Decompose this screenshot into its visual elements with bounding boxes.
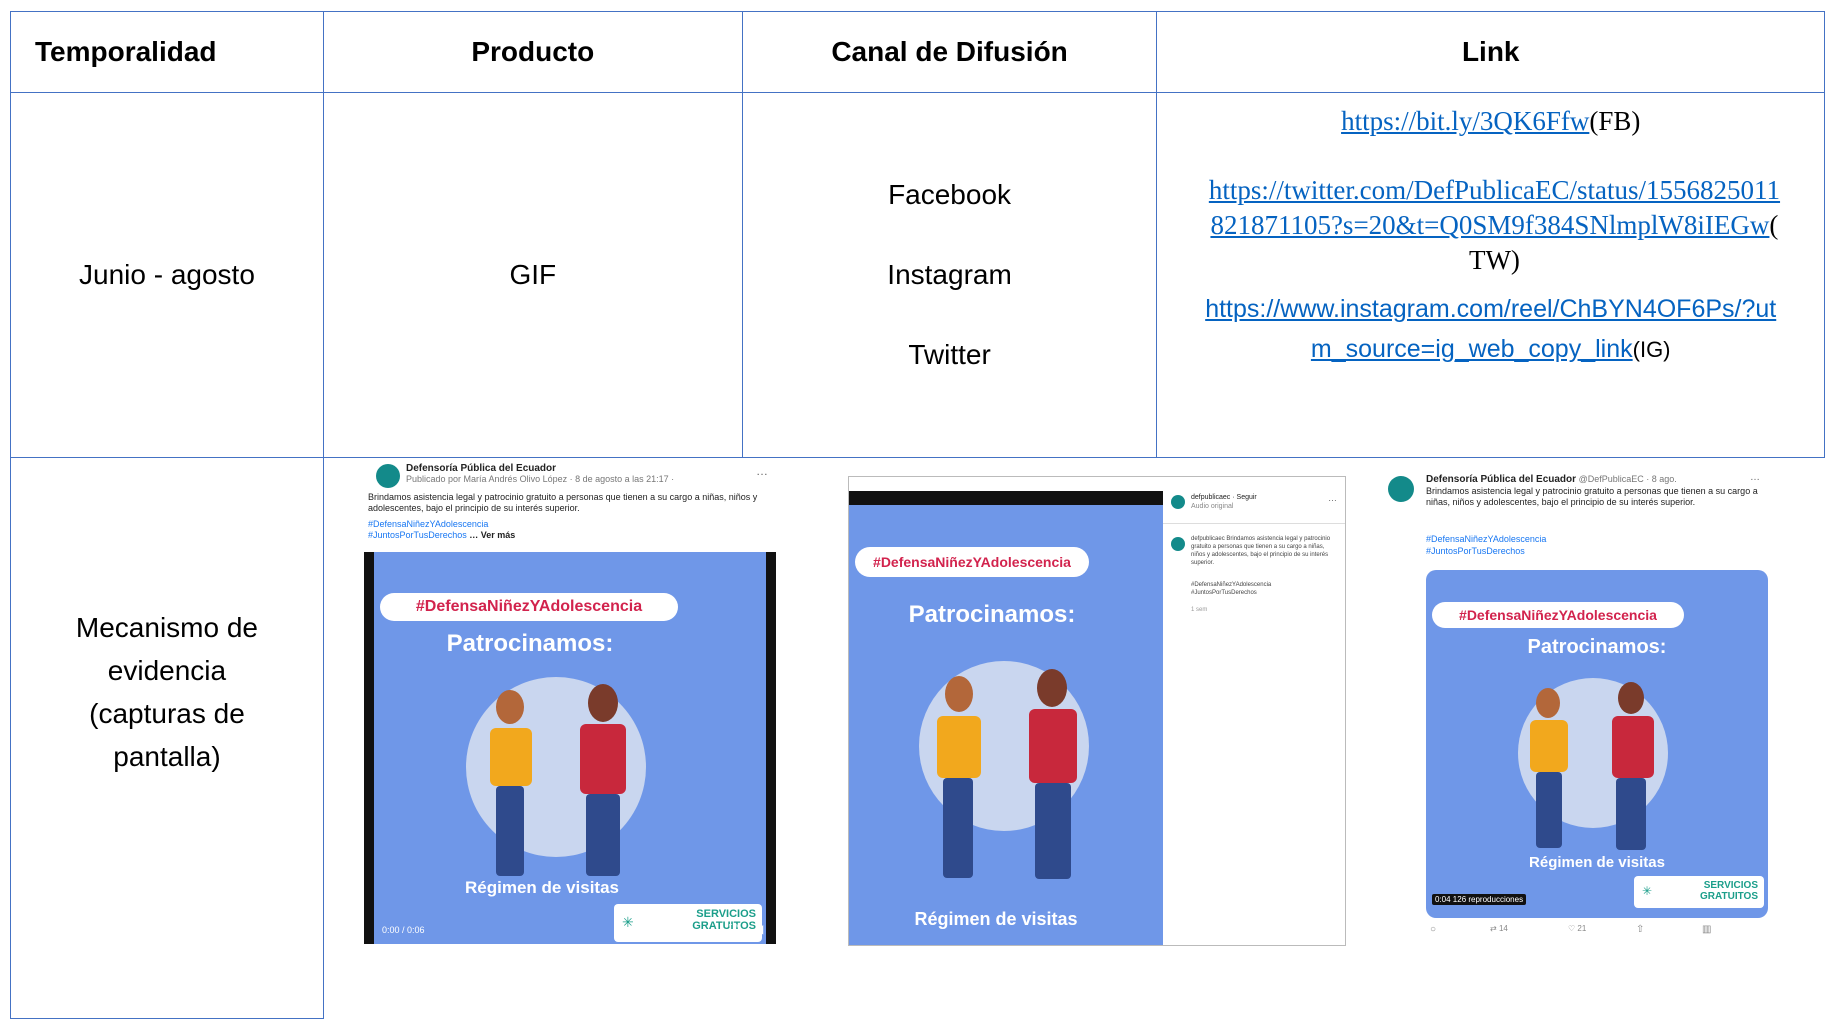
- producto-cell: GIF: [322, 92, 743, 458]
- tw-hashtag-2[interactable]: #JuntosPorTusDerechos: [1426, 546, 1525, 557]
- canal-twitter: Twitter: [908, 339, 991, 370]
- header-link: Link: [1156, 11, 1825, 93]
- fb-avatar: [376, 464, 400, 488]
- ig-hashtag-2[interactable]: #JuntosPorTusDerechos: [1191, 589, 1271, 597]
- ig-gif: #DefensaNiñezYAdolescencia Patrocinamos:…: [849, 491, 1163, 945]
- fb-published-by: Publicado por María Andrés Olivo López ·…: [406, 474, 675, 484]
- ig-more-icon[interactable]: …: [1328, 493, 1337, 503]
- ig-ago: 1 sem: [1191, 607, 1208, 613]
- ig-account[interactable]: defpublicaec · Seguir: [1191, 493, 1331, 502]
- canal-instagram: Instagram: [887, 259, 1012, 290]
- link-ig: https://www.instagram.com/reel/ChBYN4OF6…: [1157, 291, 1824, 371]
- tw-badge-line-1: SERVICIOS: [1703, 880, 1758, 891]
- tw-gif: #DefensaNiñezYAdolescencia Patrocinamos:…: [1426, 570, 1768, 918]
- link-tw: https://twitter.com/DefPublicaEC/status/…: [1149, 175, 1825, 280]
- tw-gif-subtitle: Régimen de visitas: [1529, 854, 1665, 871]
- tw-avatar: [1388, 476, 1414, 502]
- tw-analytics-icon[interactable]: ▥: [1702, 924, 1711, 935]
- fb-badge-line-1: SERVICIOS: [696, 908, 756, 920]
- link-tw-tag-2: TW): [1468, 245, 1520, 275]
- ig-avatar-2: [1171, 537, 1185, 551]
- fb-page-name: Defensoría Pública del Ecuador: [406, 463, 557, 474]
- tw-handle: @DefPublicaEC · 8 ago.: [1578, 474, 1677, 484]
- fb-more-icon[interactable]: …: [756, 464, 768, 478]
- link-tw-url-1[interactable]: https://twitter.com/DefPublicaEC/status/…: [1209, 175, 1780, 205]
- tw-reply-icon[interactable]: ○: [1430, 924, 1436, 935]
- fb-body: Brindamos asistencia legal y patrocinio …: [368, 492, 758, 513]
- link-ig-url-1[interactable]: https://www.instagram.com/reel/ChBYN4OF6…: [1205, 295, 1776, 323]
- temporalidad-cell: Junio - agosto: [10, 92, 324, 458]
- tw-retweet-icon[interactable]: ⇄: [1490, 924, 1497, 933]
- fb-see-more[interactable]: … Ver más: [469, 530, 515, 540]
- link-fb-tag: (FB): [1589, 106, 1641, 136]
- ig-avatar-1: [1171, 495, 1185, 509]
- ig-hashtag-1[interactable]: #DefensaNiñezYAdolescencia: [1191, 581, 1271, 589]
- ig-gif-hashtag: #DefensaNiñezYAdolescencia: [855, 547, 1089, 577]
- tw-retweet-count: 14: [1498, 924, 1508, 933]
- fb-badge-line-2: GRATUITOS: [692, 920, 756, 932]
- mecanismo-line-4: pantalla): [113, 741, 221, 772]
- fb-volume-icon[interactable]: ◀: [754, 922, 763, 936]
- tw-badge-line-2: GRATUITOS: [1700, 891, 1758, 902]
- tw-hashtag-1[interactable]: #DefensaNiñezYAdolescencia: [1426, 534, 1546, 545]
- header-temporalidad: Temporalidad: [10, 11, 324, 93]
- tw-gif-title: Patrocinamos:: [1527, 636, 1667, 658]
- link-cell: https://bit.ly/3QK6Ffw(FB) https://twitt…: [1156, 92, 1825, 458]
- link-tw-url-2[interactable]: 821871105?s=20&t=Q0SM9f384SNlmplW8iIEGw: [1210, 210, 1769, 240]
- ig-caption: defpublicaec Brindamos asistencia legal …: [1191, 536, 1331, 566]
- twitter-screenshot: Defensoría Pública del Ecuador @DefPubli…: [1378, 466, 1774, 944]
- ig-gif-subtitle: Régimen de visitas: [914, 909, 1078, 929]
- mecanismo-cell: Mecanismo de evidencia (capturas de pant…: [10, 457, 324, 1019]
- fb-gif-hashtag: #DefensaNiñezYAdolescencia: [380, 593, 678, 621]
- tw-gif-badge: ✳ SERVICIOS GRATUITOS: [1634, 876, 1764, 908]
- fb-hashtag-2[interactable]: #JuntosPorTusDerechos: [368, 530, 467, 540]
- link-ig-tag: (IG): [1632, 337, 1671, 362]
- fb-gif-subtitle: Régimen de visitas: [464, 878, 619, 897]
- header-canal: Canal de Difusión: [741, 11, 1158, 93]
- mecanismo-line-3: (capturas de: [89, 698, 245, 729]
- canal-facebook: Facebook: [888, 179, 1012, 210]
- ig-gif-title: Patrocinamos:: [908, 601, 1076, 628]
- canal-cell: Facebook Instagram Twitter: [741, 92, 1158, 458]
- mecanismo-line-2: evidencia: [107, 655, 227, 686]
- tw-more-icon[interactable]: …: [1750, 472, 1760, 483]
- fb-settings-icon[interactable]: ⚙: [682, 922, 693, 936]
- fb-video-time: 0:00 / 0:06: [382, 925, 425, 935]
- link-tw-tag-1: (: [1769, 210, 1779, 240]
- link-fb: https://bit.ly/3QK6Ffw(FB): [1157, 105, 1824, 142]
- tw-name: Defensoría Pública del Ecuador: [1426, 474, 1577, 485]
- facebook-screenshot: Defensoría Pública del Ecuador Publicado…: [364, 460, 780, 944]
- tw-like-icon[interactable]: ♡: [1568, 924, 1575, 933]
- link-fb-url[interactable]: https://bit.ly/3QK6Ffw: [1341, 106, 1589, 136]
- tw-views: 0:04 126 reproducciones: [1432, 894, 1527, 905]
- fb-hashtag-1[interactable]: #DefensaNiñezYAdolescencia: [368, 519, 488, 530]
- ig-audio: Audio original: [1191, 503, 1234, 510]
- link-ig-url-2[interactable]: m_source=ig_web_copy_link: [1311, 335, 1633, 363]
- fb-gif: #DefensaNiñezYAdolescencia Patrocinamos:…: [364, 552, 776, 944]
- tw-gif-hashtag: #DefensaNiñezYAdolescencia: [1432, 602, 1684, 628]
- header-producto: Producto: [322, 11, 743, 93]
- fb-fullscreen-icon[interactable]: ⛶: [729, 922, 737, 937]
- data-row: Junio - agosto GIF Facebook Instagram Tw…: [10, 92, 1825, 458]
- mecanismo-line-1: Mecanismo de: [75, 612, 258, 643]
- header-row: Temporalidad Producto Canal de Difusión …: [10, 11, 1825, 93]
- fb-gif-title: Patrocinamos:: [446, 630, 614, 657]
- instagram-screenshot: #DefensaNiñezYAdolescencia Patrocinamos:…: [848, 476, 1346, 946]
- tw-share-icon[interactable]: ⇧: [1636, 924, 1644, 935]
- tw-body: Brindamos asistencia legal y patrocinio …: [1426, 486, 1758, 507]
- tw-like-count: 21: [1577, 924, 1587, 933]
